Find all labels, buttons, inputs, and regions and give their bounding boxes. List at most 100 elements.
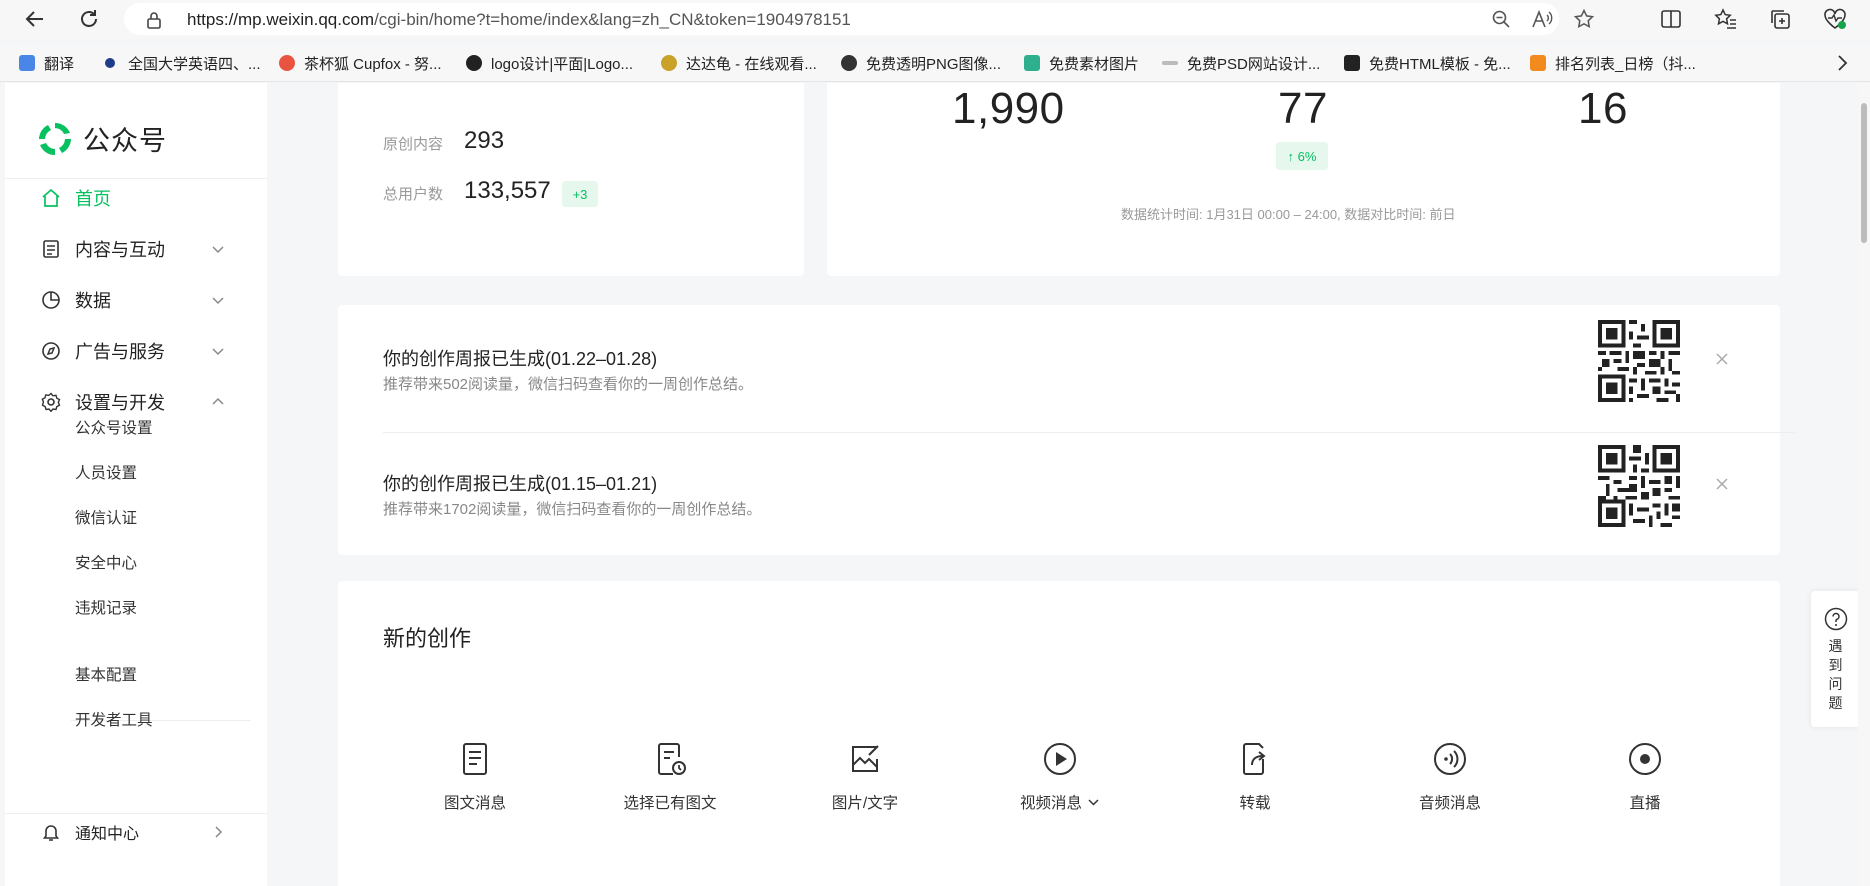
create-repost-button[interactable]: 转载 (1175, 741, 1335, 813)
image-icon (852, 745, 879, 772)
bell-icon (41, 822, 61, 842)
bookmark-label: 免费HTML模板 - 免... (1369, 55, 1511, 73)
nav-label: 广告与服务 (75, 342, 165, 362)
logo[interactable]: 公众号 (36, 119, 167, 158)
sub-nav-staff-settings[interactable]: 人员设置 (75, 461, 137, 483)
nav-item-ads[interactable]: 广告与服务 (5, 329, 267, 373)
page-scrollbar[interactable] (1858, 83, 1870, 886)
nav-item-data[interactable]: 数据 (5, 278, 267, 322)
bookmark-item[interactable]: 免费HTML模板 - 免... (1344, 52, 1511, 74)
create-existing-article-button[interactable]: 选择已有图文 (590, 741, 750, 813)
read-aloud-icon[interactable] (1531, 9, 1553, 29)
collections-icon[interactable] (1765, 4, 1795, 34)
chevron-right-icon (210, 824, 226, 840)
home-icon (41, 188, 61, 208)
nav-label: 首页 (75, 189, 111, 209)
bookmark-item[interactable]: 全国大学英语四、... (102, 52, 261, 74)
nav-item-content[interactable]: 内容与互动 (5, 227, 267, 271)
stat-value: 16 (1578, 84, 1628, 133)
help-button[interactable]: 遇到问题 (1811, 591, 1860, 727)
url-text[interactable]: https://mp.weixin.qq.com/cgi-bin/home?t=… (187, 10, 851, 30)
create-label: 图文消息 (443, 795, 506, 812)
split-screen-icon[interactable] (1656, 4, 1686, 34)
nav-item-notifications[interactable]: 通知中心 (5, 810, 267, 854)
psd-icon (1162, 61, 1178, 65)
daily-stats-card: 1,990 77 ↑ 6% 16 数据统计时间: 1月31日 00:00 – 2… (827, 83, 1780, 276)
document-icon (41, 239, 61, 259)
chevron-down-icon (210, 292, 226, 308)
chevron-down-icon (210, 241, 226, 257)
report-title[interactable]: 你的创作周报已生成(01.22–01.28) (383, 345, 657, 371)
ranking-icon (1530, 55, 1546, 71)
nav-label: 通知中心 (75, 826, 140, 843)
close-icon[interactable] (1714, 476, 1730, 492)
bookmark-item[interactable]: 翻译 (19, 52, 74, 74)
sub-nav-basic-config[interactable]: 基本配置 (75, 663, 137, 685)
nav-label: 内容与互动 (75, 240, 165, 260)
favorite-star-icon[interactable] (1573, 8, 1595, 29)
stock-image-icon (1024, 55, 1040, 71)
address-bar[interactable]: https://mp.weixin.qq.com/cgi-bin/home?t=… (124, 3, 1595, 35)
audio-icon (1434, 743, 1466, 775)
create-article-button[interactable]: 图文消息 (395, 741, 555, 813)
chevron-up-icon (210, 394, 226, 410)
create-video-button[interactable]: 视频消息 (980, 741, 1140, 813)
question-icon (1824, 607, 1847, 631)
bookmark-item[interactable]: 茶杯狐 Cupfox - 努... (279, 52, 442, 74)
create-label: 图片/文字 (831, 795, 899, 812)
bookmark-label: logo设计|平面|Logo... (491, 55, 634, 73)
stats-footnote: 数据统计时间: 1月31日 00:00 – 24:00, 数据对比时间: 前日 (1121, 207, 1456, 222)
bookmark-item[interactable]: 免费透明PNG图像... (841, 52, 1001, 74)
zoom-out-icon[interactable] (1491, 9, 1511, 29)
nav-label: 设置与开发 (75, 393, 165, 413)
scrollbar-thumb[interactable] (1861, 103, 1867, 243)
page-viewport: 公众号 首页 内容与互动 数据 广告与服务 设置与开发 公众号设置 人员设置 微… (0, 83, 1870, 886)
create-label: 音频消息 (1418, 795, 1481, 812)
sub-nav-security-center[interactable]: 安全中心 (75, 551, 137, 573)
compass-icon (41, 341, 61, 361)
nav-label: 数据 (75, 291, 111, 311)
users-delta-badge: +3 (562, 181, 598, 207)
bookmark-item[interactable]: 排名列表_日榜（抖... (1530, 52, 1696, 74)
bookmark-item[interactable]: logo设计|平面|Logo... (466, 52, 633, 74)
new-creation-card: 新的创作 图文消息 选择已有图文 图片/文字 视频消息 转载 音频消息 直播 (338, 581, 1780, 886)
sub-nav-wechat-verification[interactable]: 微信认证 (75, 506, 137, 528)
bookmark-label: 免费透明PNG图像... (866, 55, 1002, 73)
nav-item-home[interactable]: 首页 (5, 176, 267, 220)
article-icon (463, 743, 487, 775)
bookmark-item[interactable]: 免费PSD网站设计... (1162, 52, 1320, 74)
video-label: 视频消息 (1019, 795, 1082, 812)
logo-text: 公众号 (83, 126, 167, 156)
stat-value: 77 (1278, 84, 1328, 133)
favorites-list-icon[interactable] (1711, 4, 1741, 34)
close-icon[interactable] (1714, 351, 1730, 367)
png-icon (841, 55, 857, 71)
refresh-icon[interactable] (74, 4, 104, 34)
original-content-value: 293 (464, 127, 505, 154)
help-label: 遇到问题 (1828, 638, 1843, 711)
lock-icon[interactable] (146, 11, 162, 34)
bookmark-item[interactable]: 达达龟 - 在线观看... (661, 52, 817, 74)
chevron-right-icon[interactable] (1834, 54, 1850, 77)
logo-site-icon (466, 55, 482, 71)
sub-nav-developer-tools[interactable]: 开发者工具 (75, 708, 153, 730)
create-audio-button[interactable]: 音频消息 (1370, 741, 1530, 813)
report-description: 推荐带来502阅读量，微信扫码查看你的一周创作总结。 (383, 376, 754, 393)
video-icon (1044, 743, 1076, 775)
bookmarks-bar: 翻译 全国大学英语四、... 茶杯狐 Cupfox - 努... logo设计|… (0, 44, 1870, 82)
back-icon[interactable] (20, 4, 50, 34)
browser-essentials-icon[interactable] (1820, 4, 1850, 34)
change-badge: ↑ 6% (1276, 142, 1328, 170)
create-live-button[interactable]: 直播 (1565, 741, 1725, 813)
sub-nav-account-settings[interactable]: 公众号设置 (75, 416, 153, 438)
translate-icon (19, 55, 35, 71)
create-image-text-button[interactable]: 图片/文字 (785, 741, 945, 813)
bookmark-item[interactable]: 免费素材图片 (1024, 52, 1139, 74)
cupfox-icon (279, 55, 295, 71)
official-account-logo-icon (39, 122, 71, 155)
account-stats-card: 原创内容 293 总用户数 133,557 +3 (338, 83, 804, 276)
qr-code-icon (1598, 320, 1680, 402)
create-label: 选择已有图文 (623, 795, 717, 812)
sub-nav-violation-records[interactable]: 违规记录 (75, 596, 137, 618)
report-title[interactable]: 你的创作周报已生成(01.15–01.21) (383, 470, 657, 496)
